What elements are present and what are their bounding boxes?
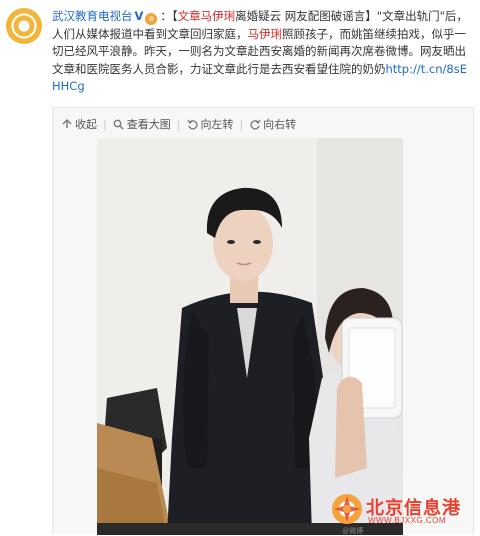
rotate-left-label: 向左转 [200,118,234,131]
toolbar-separator: | [239,117,244,131]
magnifier-icon [113,118,125,130]
collapse-icon [61,118,73,130]
rotate-right-label: 向右转 [263,118,297,131]
photo-illustration [97,138,403,535]
post-text-part: ：【 [160,9,178,23]
toolbar-separator: | [176,117,181,131]
author-avatar[interactable] [6,8,42,44]
rotate-right-icon [249,118,261,130]
author-name-link[interactable]: 武汉教育电视台 [52,9,133,23]
media-toolbar: 收起 | 查看大图 | 向左转 | 向右转 [61,116,296,132]
site-logo-icon [330,492,364,526]
view-large-button[interactable]: 查看大图 [113,116,171,132]
rotate-right-button[interactable]: 向右转 [249,116,296,132]
collapse-label: 收起 [75,118,97,131]
site-watermark: 北京信息港 WWW.BJXXG.COM @微博 [330,490,480,535]
toolbar-separator: | [103,117,107,131]
watermark-weibo: @微博 [342,528,364,535]
member-badge-icon: e [145,13,158,25]
watermark-url: WWW.BJXXG.COM [368,516,447,525]
view-large-label: 查看大图 [126,118,171,131]
rotate-left-button[interactable]: 向左转 [186,116,233,132]
name-highlight[interactable]: 马伊琍 [248,27,283,41]
collapse-button[interactable]: 收起 [61,116,97,132]
topic-highlight[interactable]: 文章马伊琍 [178,9,236,23]
media-card: 收起 | 查看大图 | 向左转 | 向右转 [52,107,474,535]
verified-badge-icon: V [134,9,144,23]
post-photo[interactable] [97,138,403,535]
rotate-left-icon [186,118,198,130]
post-text: 武汉教育电视台 Ve ：【文章马伊琍离婚疑云 网友配图破谣言】"文章出轨门"后，人们… [52,8,472,96]
